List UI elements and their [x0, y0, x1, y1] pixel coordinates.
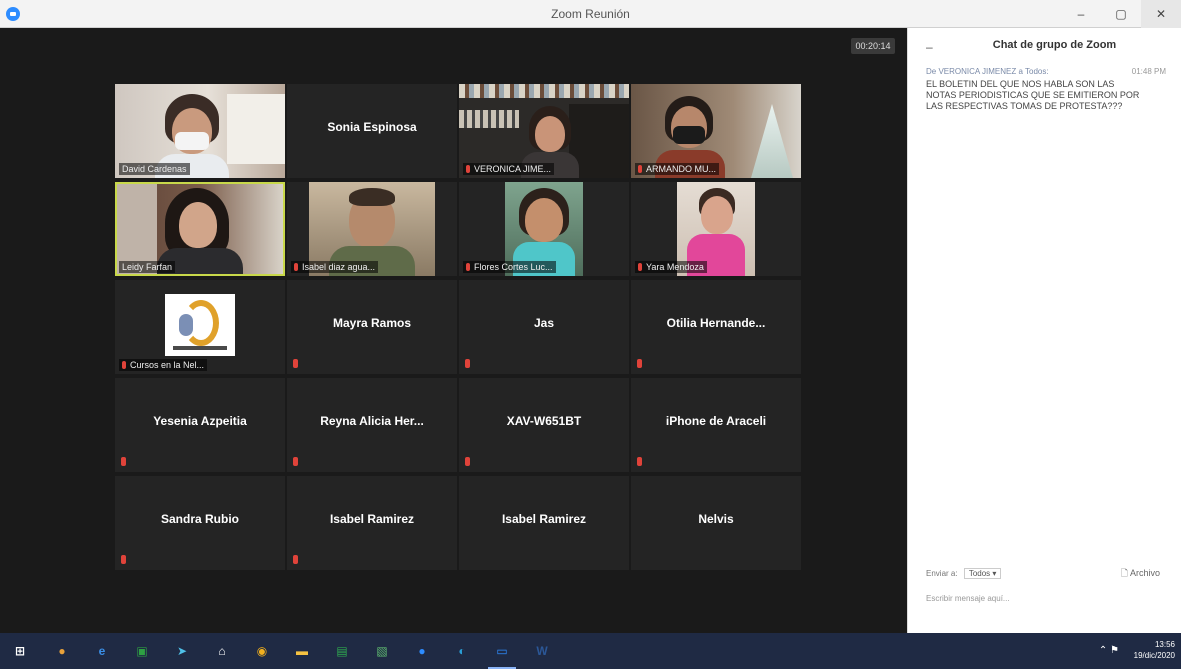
participant-tile-flores[interactable]: Flores Cortes Luc... [459, 182, 629, 276]
photos-icon[interactable]: ▧ [372, 641, 392, 661]
chat-timestamp: 01:48 PM [1131, 67, 1166, 76]
chat-message-text: EL BOLETIN DEL QUE NOS HABLA SON LAS NOT… [926, 79, 1140, 111]
gallery-view: 00:20:14 David Cardenas Sonia Espinosa V… [0, 28, 907, 633]
participant-tile-jas[interactable]: Jas [459, 280, 629, 374]
participant-name: Isabel Ramirez [501, 512, 587, 526]
word-icon[interactable]: W [532, 641, 552, 661]
participant-tile-yara[interactable]: Yara Mendoza [631, 182, 801, 276]
participant-name-label: Cursos en la Nel... [119, 359, 208, 371]
muted-mic-icon [637, 457, 642, 466]
participant-name: Sandra Rubio [160, 512, 239, 526]
window-title: Zoom Reunión [551, 7, 630, 21]
participant-tile-veronica[interactable]: VERONICA JIME... [459, 84, 629, 178]
file-icon: 🗋 [1120, 568, 1130, 578]
zoom-icon[interactable]: ▭ [488, 641, 516, 669]
chat-recipient-row: Enviar a: Todos ▾ 🗋 Archivo [926, 568, 1166, 579]
home-icon[interactable]: ⌂ [212, 641, 232, 661]
participant-name: Isabel Ramirez [329, 512, 415, 526]
participant-tile-mayra[interactable]: Mayra Ramos [287, 280, 457, 374]
chat-panel: – Chat de grupo de Zoom De VERONICA JIME… [907, 28, 1181, 633]
participant-name: Otilia Hernande... [666, 316, 766, 330]
participant-name-label: David Cardenas [119, 163, 190, 175]
clock-date: 19/dic/2020 [1133, 651, 1175, 660]
participant-name: XAV-W651BT [506, 414, 582, 428]
muted-mic-icon [466, 165, 470, 173]
muted-mic-icon [465, 457, 470, 466]
participant-tile-otilia[interactable]: Otilia Hernande... [631, 280, 801, 374]
muted-mic-icon [121, 457, 126, 466]
participant-tile-sonia[interactable]: Sonia Espinosa [287, 84, 457, 178]
participant-tile-leidy[interactable]: Leidy Farfan [115, 182, 285, 276]
participant-tile-yesenia[interactable]: Yesenia Azpeitia [115, 378, 285, 472]
edge-legacy-icon[interactable]: e [92, 641, 112, 661]
participant-logo [165, 294, 235, 356]
system-tray-icons[interactable]: ⌃ ⚑ [1099, 645, 1119, 656]
sheets-icon[interactable]: ▤ [332, 641, 352, 661]
muted-mic-icon [465, 359, 470, 368]
chat-file-button[interactable]: 🗋 Archivo [1121, 566, 1160, 582]
participant-tile-iphone[interactable]: iPhone de Araceli [631, 378, 801, 472]
meeting-timer: 00:20:14 [851, 38, 895, 54]
participant-name: Nelvis [698, 512, 734, 526]
participant-tile-david[interactable]: David Cardenas [115, 84, 285, 178]
muted-mic-icon [293, 359, 298, 368]
ie-old-icon[interactable]: ● [52, 641, 72, 661]
windows-start-icon[interactable]: ⊞ [10, 641, 30, 661]
participant-name-label: Leidy Farfan [119, 261, 176, 273]
participant-name: Reyna Alicia Her... [320, 414, 424, 428]
muted-mic-icon [293, 457, 298, 466]
participant-name: Mayra Ramos [332, 316, 412, 330]
participant-name: Jas [533, 316, 555, 330]
system-clock[interactable]: 13:56 19/dic/2020 [1134, 639, 1175, 661]
muted-mic-icon [638, 165, 642, 173]
participant-name: Yesenia Azpeitia [153, 414, 247, 428]
maximize-button[interactable]: ▢ [1101, 0, 1141, 28]
participant-tile-isabel-ramirez-1[interactable]: Isabel Ramirez [287, 476, 457, 570]
chat-recipient-dropdown[interactable]: Todos ▾ [963, 568, 1002, 579]
participant-name-label: Isabel diaz agua... [291, 261, 379, 273]
participant-name-label: ARMANDO MU... [635, 163, 720, 175]
participant-name-label: Flores Cortes Luc... [463, 261, 556, 273]
participant-tile-nelvis[interactable]: Nelvis [631, 476, 801, 570]
file-explorer-icon[interactable]: ▬ [292, 641, 312, 661]
muted-mic-icon [637, 359, 642, 368]
participant-name: Sonia Espinosa [327, 120, 417, 134]
windows-taskbar: ⊞ ● e ▣ ➤ ⌂ ◉ ▬ ▤ ▧ ● ◐ ▭ W ⌃ ⚑ 13:56 19… [0, 633, 1181, 669]
muted-mic-icon [638, 263, 642, 271]
close-button[interactable]: ✕ [1141, 0, 1181, 28]
chrome-icon[interactable]: ◉ [252, 641, 272, 661]
clock-time: 13:56 [1154, 640, 1175, 649]
chat-message-header: De VERONICA JIMENEZ a Todos: 01:48 PM [926, 67, 1166, 76]
store-icon[interactable]: ▣ [132, 641, 152, 661]
edge-icon[interactable]: ◐ [452, 641, 472, 661]
participant-name-label: VERONICA JIME... [463, 163, 555, 175]
chat-sender: De VERONICA JIMENEZ a Todos: [926, 67, 1049, 76]
participant-name: iPhone de Araceli [665, 414, 767, 428]
participant-tile-xav[interactable]: XAV-W651BT [459, 378, 629, 472]
meet-icon[interactable]: ● [412, 641, 432, 661]
participant-tile-isabel-diaz[interactable]: Isabel diaz agua... [287, 182, 457, 276]
participant-tile-armando[interactable]: ARMANDO MU... [631, 84, 801, 178]
participant-name-label: Yara Mendoza [635, 261, 707, 273]
muted-mic-icon [466, 263, 470, 271]
chat-to-label: Enviar a: [926, 569, 958, 578]
chat-message-input[interactable]: Escribir mensaje aquí... [926, 594, 1166, 603]
chat-title: Chat de grupo de Zoom [992, 39, 1117, 51]
participant-tile-sandra[interactable]: Sandra Rubio [115, 476, 285, 570]
participant-tile-reyna[interactable]: Reyna Alicia Her... [287, 378, 457, 472]
minimize-button[interactable]: – [1061, 0, 1101, 28]
muted-mic-icon [294, 263, 298, 271]
arrow-app-icon[interactable]: ➤ [172, 641, 192, 661]
muted-mic-icon [121, 555, 126, 564]
participant-tile-cursos[interactable]: Cursos en la Nel... [115, 280, 285, 374]
muted-mic-icon [122, 361, 126, 369]
muted-mic-icon [293, 555, 298, 564]
window-titlebar: Zoom Reunión – ▢ ✕ [0, 0, 1181, 28]
participant-tile-isabel-ramirez-2[interactable]: Isabel Ramirez [459, 476, 629, 570]
